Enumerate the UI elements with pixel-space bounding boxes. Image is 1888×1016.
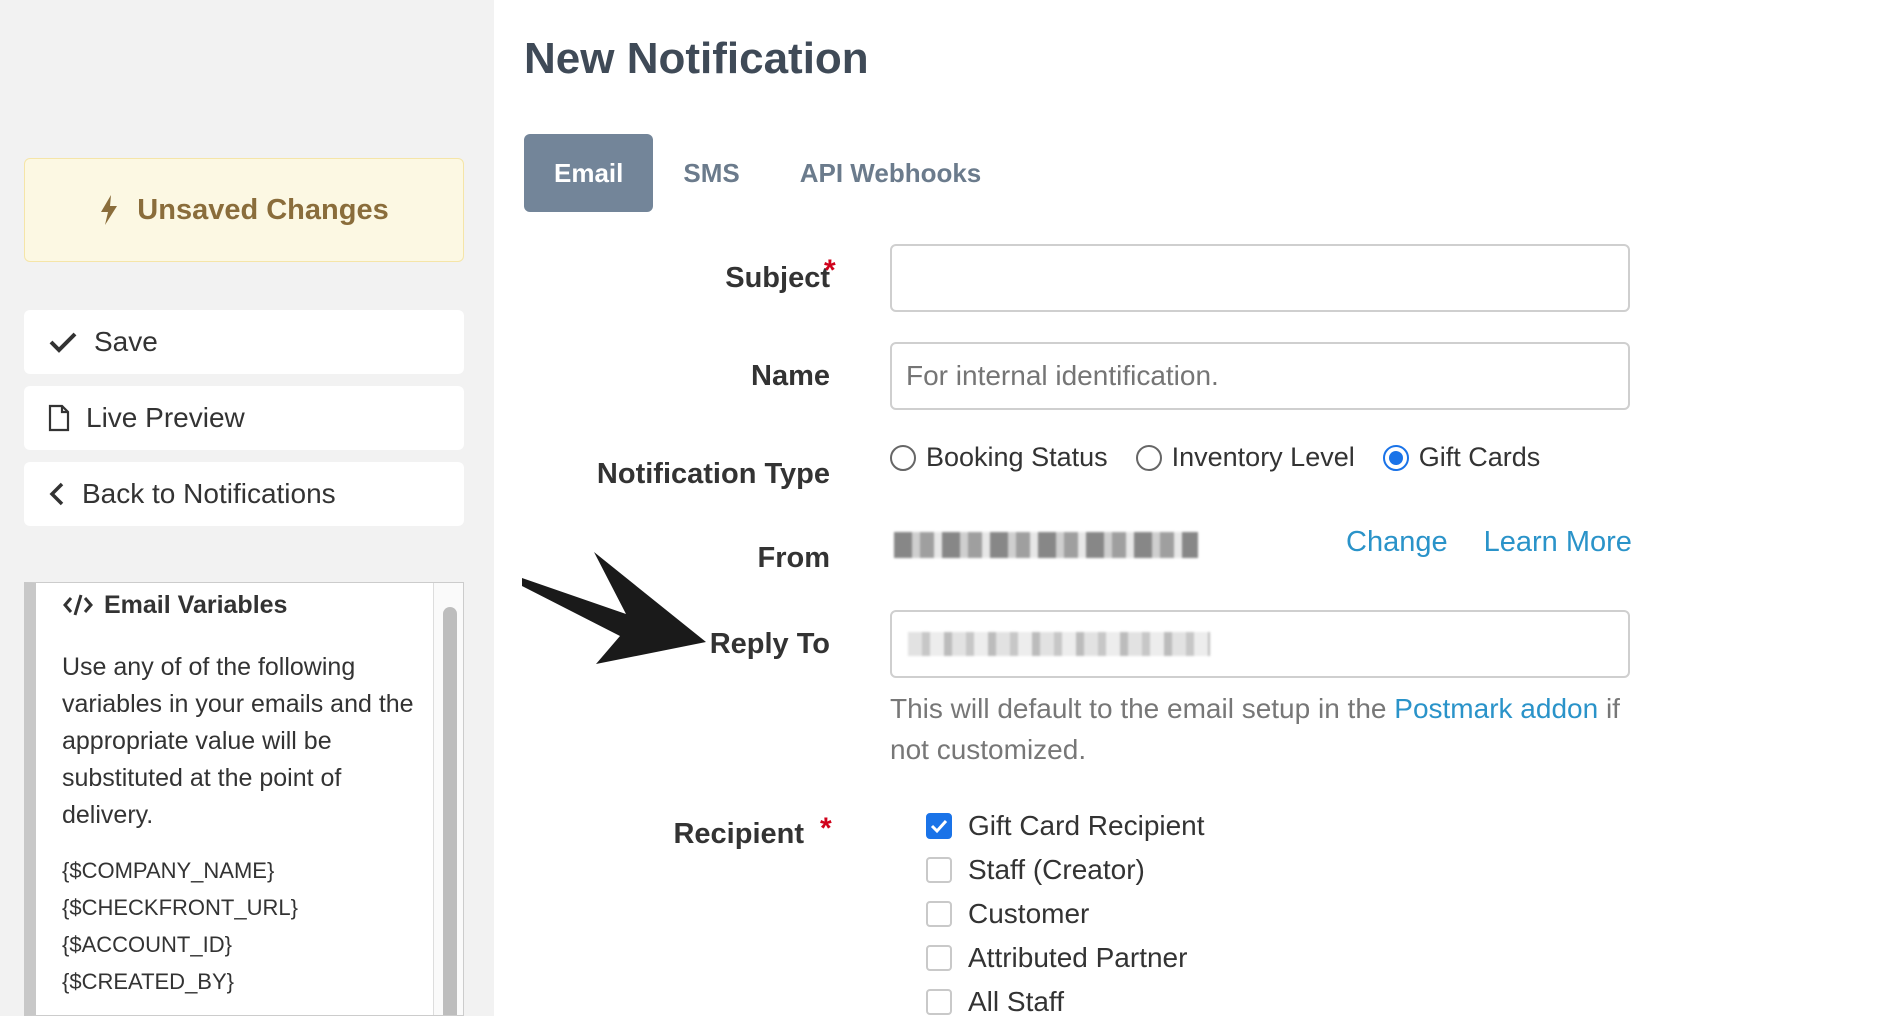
checkbox-checked[interactable] — [926, 813, 952, 839]
variable-item: {$COMPANY_NAME} — [62, 858, 275, 883]
tab-api-webhooks[interactable]: API Webhooks — [770, 134, 1012, 212]
scrollbar[interactable] — [433, 583, 463, 1015]
checkbox-staff-creator[interactable]: Staff (Creator) — [926, 848, 1205, 892]
tab-sms[interactable]: SMS — [653, 134, 769, 212]
name-label: Name — [751, 360, 830, 392]
radio-circle[interactable] — [1135, 444, 1162, 471]
chevron-left-icon — [49, 482, 64, 506]
email-variables-list: {$COMPANY_NAME} {$CHECKFRONT_URL} {$ACCO… — [62, 852, 422, 1000]
live-preview-button[interactable]: Live Preview — [24, 386, 464, 450]
reply-to-label: Reply To — [709, 628, 830, 660]
subject-input[interactable] — [890, 244, 1630, 312]
channel-tabs: Email SMS API Webhooks — [524, 134, 1011, 212]
live-preview-label: Live Preview — [86, 402, 245, 433]
required-marker: * — [820, 812, 832, 845]
unsaved-changes-banner: Unsaved Changes — [24, 158, 464, 262]
email-variables-title: Email Variables — [62, 589, 422, 621]
bolt-icon — [101, 195, 118, 225]
checkbox-attributed-partner[interactable]: Attributed Partner — [926, 936, 1205, 980]
recipient-checkbox-group: Gift Card Recipient Staff (Creator) Cust… — [926, 804, 1205, 1016]
code-icon — [63, 594, 93, 616]
change-link[interactable]: Change — [1346, 526, 1448, 559]
save-label: Save — [94, 326, 158, 357]
back-label: Back to Notifications — [82, 478, 336, 509]
radio-circle-checked[interactable] — [1382, 444, 1409, 471]
notification-type-radio-group: Booking Status Inventory Level Gift Card… — [890, 442, 1540, 473]
email-variables-panel: Email Variables Use any of of the follow… — [24, 582, 464, 1016]
arrow-annotation-icon — [522, 552, 706, 664]
recipient-label: Recipient — [673, 818, 804, 850]
check-icon — [930, 819, 948, 834]
name-input[interactable] — [890, 342, 1630, 410]
postmark-addon-link[interactable]: Postmark addon — [1394, 693, 1598, 724]
document-icon — [48, 404, 70, 432]
notification-type-label: Notification Type — [596, 458, 830, 490]
save-button[interactable]: Save — [24, 310, 464, 374]
variable-item: {$CREATED_BY} — [62, 969, 235, 994]
from-address-redacted — [894, 532, 1198, 558]
email-variables-description: Use any of of the following variables in… — [62, 653, 414, 829]
check-icon — [49, 332, 77, 353]
reply-to-value-redacted — [908, 632, 1210, 656]
radio-booking-status[interactable]: Booking Status — [890, 442, 1108, 473]
reply-to-help-text: This will default to the email setup in … — [890, 693, 1620, 765]
required-marker: * — [824, 254, 836, 287]
variable-item: {$CHECKFRONT_URL} — [62, 895, 298, 920]
sidebar: Unsaved Changes Save Live Preview Back t… — [0, 0, 494, 1016]
unsaved-changes-label: Unsaved Changes — [137, 193, 389, 226]
subject-label: Subject — [725, 262, 830, 294]
scrollbar-thumb[interactable] — [443, 607, 457, 1015]
checkbox-gift-card-recipient[interactable]: Gift Card Recipient — [926, 804, 1205, 848]
from-links: Change Learn More — [1346, 526, 1632, 559]
checkbox-customer[interactable]: Customer — [926, 892, 1205, 936]
checkbox-all-staff[interactable]: All Staff — [926, 980, 1205, 1016]
back-to-notifications-button[interactable]: Back to Notifications — [24, 462, 464, 526]
checkbox[interactable] — [926, 945, 952, 971]
checkbox[interactable] — [926, 989, 952, 1015]
tab-email[interactable]: Email — [524, 134, 654, 212]
radio-gift-cards[interactable]: Gift Cards — [1382, 442, 1540, 473]
page-title: New Notification — [524, 34, 869, 83]
variable-item: {$ACCOUNT_ID} — [62, 932, 232, 957]
checkbox[interactable] — [926, 901, 952, 927]
radio-inventory-level[interactable]: Inventory Level — [1135, 442, 1355, 473]
radio-circle[interactable] — [890, 444, 916, 471]
learn-more-link[interactable]: Learn More — [1484, 526, 1632, 559]
checkbox[interactable] — [926, 857, 952, 883]
from-label: From — [757, 542, 831, 574]
